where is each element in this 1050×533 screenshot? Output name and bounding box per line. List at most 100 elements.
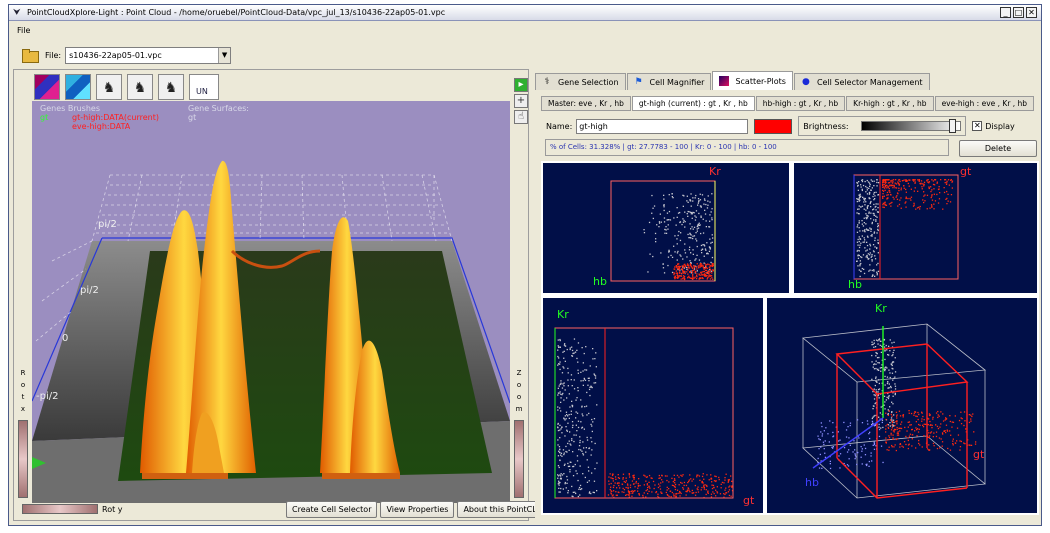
cell-point (892, 379, 894, 381)
cell-point (709, 248, 711, 250)
hand-icon[interactable]: ☝ (514, 110, 528, 124)
hb-cell-point (858, 437, 860, 439)
cell-point (688, 249, 691, 251)
selected-cell-point (886, 449, 888, 451)
cell-point (874, 384, 876, 387)
selected-cell-point (683, 272, 685, 274)
delete-button[interactable]: Delete (959, 140, 1037, 157)
cell-point (667, 264, 669, 267)
close-button[interactable]: ✕ (1026, 7, 1037, 18)
selected-cell-point (905, 197, 907, 200)
selected-cell-point (896, 428, 898, 431)
cell-point (866, 241, 868, 243)
cell-point (558, 487, 560, 489)
selected-cell-point (708, 272, 710, 274)
selected-cell-point (902, 416, 904, 418)
scatter-plot-kr-hb[interactable]: Kr hb (543, 163, 789, 293)
tab-hb-high[interactable]: hb-high : gt , Kr , hb (755, 96, 846, 111)
roty-slider[interactable] (22, 504, 98, 514)
selected-cell-point (886, 187, 888, 189)
selected-cell-point (631, 480, 634, 482)
tab-eve-high[interactable]: eve-high : eve , Kr , hb (934, 96, 1035, 111)
rotx-slider[interactable] (18, 420, 28, 498)
zoom-char: Z (516, 369, 522, 377)
minimize-button[interactable]: _ (1000, 7, 1011, 18)
xy-tool-icon[interactable]: ♞ (96, 74, 122, 100)
scatter-plot-kr-gt[interactable]: Kr gt (543, 298, 763, 513)
tab-cell-selector-management[interactable]: ● Cell Selector Management (793, 73, 930, 90)
cell-point (870, 189, 872, 191)
cell-point (568, 440, 570, 442)
create-cell-selector-button[interactable]: Create Cell Selector (286, 501, 378, 518)
cell-point (876, 181, 878, 184)
display-toggle[interactable]: ✕ Display (972, 121, 1015, 131)
axis-pi2-label: pi/2 (80, 285, 99, 296)
selected-cell-point (929, 420, 931, 423)
cell-point (891, 372, 894, 374)
xz-tool-icon[interactable]: ♞ (127, 74, 153, 100)
tab-kr-high[interactable]: Kr-high : gt , Kr , hb (846, 96, 934, 111)
cell-point (576, 472, 578, 475)
brush-name-field[interactable]: gt-high (576, 118, 749, 134)
cell-point (864, 247, 866, 249)
file-select[interactable]: s10436-22ap05-01.vpc ▼ (65, 46, 232, 64)
tab-master[interactable]: Master: eve , Kr , hb (541, 96, 631, 111)
cell-point (875, 191, 877, 193)
cell-point (573, 338, 576, 340)
selected-cell-point (698, 274, 700, 276)
cell-point (579, 465, 581, 467)
selected-cell-point (721, 481, 724, 484)
yz-tool-icon[interactable]: ♞ (158, 74, 184, 100)
brightness-slider[interactable] (861, 119, 962, 133)
cell-point (865, 185, 867, 188)
cell-point (894, 383, 896, 385)
slider-handle[interactable] (949, 119, 957, 133)
cell-point (559, 407, 561, 409)
zoom-slider[interactable] (514, 420, 524, 498)
cell-point (576, 357, 578, 360)
cell-point (864, 204, 866, 206)
plot3-x-label: gt (743, 494, 755, 507)
title-bar[interactable]: ⮟ PointCloudXplore-Light : Point Cloud -… (9, 5, 1041, 21)
hb-cell-point (849, 422, 852, 424)
cell-point (865, 223, 867, 225)
selected-cell-point (914, 411, 917, 413)
open-folder-icon[interactable] (21, 48, 39, 63)
hb-cell-point (823, 448, 825, 450)
menu-file[interactable]: File (17, 26, 30, 35)
cell-point (869, 197, 871, 200)
tab-scatter-plots[interactable]: Scatter-Plots (712, 71, 793, 90)
crosshair-icon[interactable]: + (514, 94, 528, 108)
window-menu-icon[interactable]: ⮟ (13, 8, 23, 18)
brush-red-icon[interactable] (34, 74, 60, 100)
play-icon[interactable]: ▸ (514, 78, 528, 92)
cell-point (890, 386, 892, 389)
selected-cell-point (635, 482, 637, 484)
tab-gene-selection[interactable]: ⚕ Gene Selection (535, 73, 626, 90)
selected-cell-point (701, 273, 703, 276)
selected-cell-point (700, 264, 702, 267)
brush-blue-icon[interactable] (65, 74, 91, 100)
display-checkbox[interactable]: ✕ (972, 121, 983, 131)
cell-point (677, 234, 679, 237)
un-icon[interactable]: UN (189, 74, 219, 100)
selected-cell-point (687, 276, 689, 278)
view-properties-button[interactable]: View Properties (380, 501, 455, 518)
cell-point (701, 248, 704, 250)
selected-cell-point (885, 418, 887, 421)
brush-color-button[interactable] (754, 118, 793, 134)
tab-gt-high[interactable]: gt-high (current) : gt , Kr , hb (631, 96, 755, 111)
maximize-button[interactable]: □ (1013, 7, 1024, 18)
cell-point (869, 227, 871, 229)
scatter-plot-gt-hb[interactable]: gt hb (794, 163, 1037, 293)
tab-cell-magnifier[interactable]: ⚑ Cell Magnifier (626, 73, 712, 90)
pointcloud-3d-view[interactable]: Genes Brushes gt gt-high:DATA(current) e… (32, 101, 510, 503)
chevron-down-icon[interactable]: ▼ (218, 47, 231, 63)
hb-cell-point (873, 448, 876, 450)
cell-point (689, 232, 691, 234)
selected-cell-point (658, 477, 660, 479)
cell-point (875, 219, 877, 221)
selected-cell-point (965, 428, 967, 430)
scatter-plot-3d[interactable]: Kr gt hb (767, 298, 1037, 513)
selected-cell-point (648, 474, 651, 477)
